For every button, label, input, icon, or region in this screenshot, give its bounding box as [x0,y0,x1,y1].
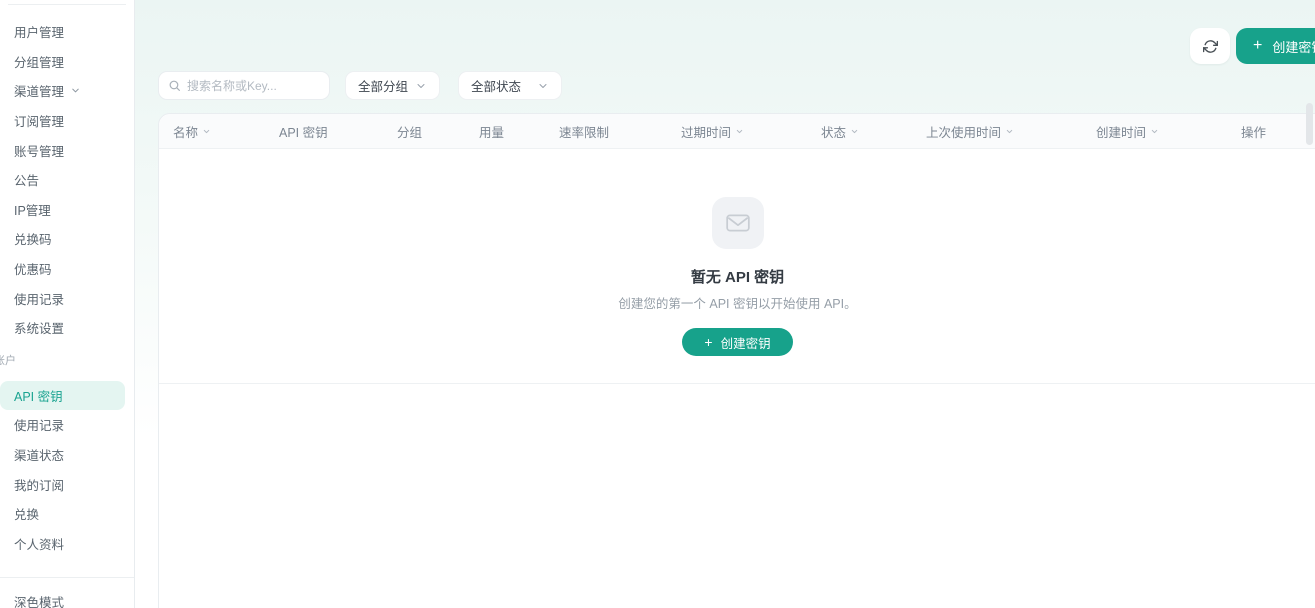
plus-icon: + [1253,38,1262,54]
column-header-label: 分组 [397,122,422,141]
sidebar-item-label: 系统设置 [14,318,64,337]
empty-state-subtitle: 创建您的第一个 API 密钥以开始使用 API。 [618,293,856,312]
column-header-label: 上次使用时间 [926,122,1001,141]
sidebar-item-user-management[interactable]: 用户管理 [0,17,134,47]
column-header-created-at[interactable]: 创建时间 [1096,122,1241,141]
sidebar-admin-menu: 用户管理分组管理渠道管理订阅管理账号管理公告 IP管理兑换码优惠码使用记录系统设置 [0,17,134,343]
filter-bar: 全部分组 全部状态 [158,71,562,100]
sidebar-item-label: 使用记录 [14,289,64,308]
column-header-label: 创建时间 [1096,122,1146,141]
empty-state-icon-box [712,197,764,249]
api-keys-table-card: 名称 API 密钥 分组 用量 速率限制 过期时间 状态 上次使用时间 创建时间 操作 暂无 AP… [158,113,1315,608]
chevron-down-icon [415,80,427,92]
column-header-label: 速率限制 [559,122,609,141]
column-header-label: 状态 [821,122,846,141]
sidebar-item-label: 兑换码 [14,229,52,248]
sidebar-item-label: API 密钥 [14,386,63,405]
create-key-button-label: 创建密钥 [1272,37,1315,56]
vertical-scrollbar-thumb[interactable] [1306,103,1313,145]
sidebar-item-coupon-codes[interactable]: 优惠码 [0,254,134,284]
sort-chevron-icon [735,127,744,136]
column-header-expires-at[interactable]: 过期时间 [681,122,821,141]
table-header-row: 名称 API 密钥 分组 用量 速率限制 过期时间 状态 上次使用时间 创建时间 操作 [159,114,1315,149]
column-header-actions: 操作 [1241,122,1266,141]
sidebar-item-ip-management[interactable]: IP管理 [0,195,134,225]
sidebar-item-label: 深色模式 [14,592,64,608]
column-header-label: API 密钥 [279,122,328,141]
sidebar-section-label: 账户 [0,353,134,369]
sidebar-item-label: 账号管理 [14,141,64,160]
column-header-last-used-at[interactable]: 上次使用时间 [926,122,1096,141]
sidebar-item-label: 渠道状态 [14,445,64,464]
sidebar-item-system-settings[interactable]: 系统设置 [0,313,134,343]
create-key-button-top[interactable]: + 创建密钥 [1236,28,1315,64]
sidebar-item-label: 订阅管理 [14,111,64,130]
create-key-button-empty-state[interactable]: + 创建密钥 [682,328,792,356]
sidebar-item-label: 用户管理 [14,22,64,41]
sidebar-item-channel-status[interactable]: 渠道状态 [0,440,134,470]
create-key-button-label: 创建密钥 [721,333,771,352]
sidebar: 用户管理分组管理渠道管理订阅管理账号管理公告IP管理兑换码优惠码使用记录系统设置… [0,0,135,608]
status-filter-value: 全部状态 [471,76,521,95]
chevron-down-icon [70,85,81,96]
main-content: + 创建密钥 全部分组 全部状态 [135,0,1315,608]
sidebar-item-api-keys[interactable]: API 密钥 [0,381,125,411]
sidebar-item-label: 分组管理 [14,52,64,71]
sidebar-item-channel-management[interactable]: 渠道管理 [0,76,134,106]
sidebar-item-label: 渠道管理 [14,81,64,100]
search-box[interactable] [158,71,330,100]
sidebar-item-group-management[interactable]: 分组管理 [0,47,134,77]
column-header-label: 过期时间 [681,122,731,141]
column-header-status[interactable]: 状态 [821,122,926,141]
chevron-down-icon [537,80,549,92]
column-header-label: 名称 [173,122,198,141]
column-header-label: 操作 [1241,122,1266,141]
sidebar-item-usage-logs-user[interactable]: 使用记录 [0,410,134,440]
envelope-icon [725,210,751,236]
sidebar-item-announcements[interactable]: 公告 [0,165,134,195]
sidebar-item-account-management[interactable]: 账号管理 [0,135,134,165]
empty-state-title: 暂无 API 密钥 [691,266,784,287]
sidebar-user-menu: API 密钥使用记录渠道状态我的订阅兑换个人资料 [0,381,134,559]
sidebar-item-subscription-management[interactable]: 订阅管理 [0,106,134,136]
sidebar-item-label: 个人资料 [14,534,64,553]
group-filter-value: 全部分组 [358,76,408,95]
group-filter-select[interactable]: 全部分组 [345,71,440,100]
sidebar-item-label: 使用记录 [14,415,64,434]
plus-icon: + [704,335,712,349]
refresh-icon [1203,39,1218,54]
column-header-group: 分组 [397,122,479,141]
sidebar-item-label: 我的订阅 [14,475,64,494]
column-header-name[interactable]: 名称 [173,122,279,141]
sort-chevron-icon [850,127,859,136]
column-header-rate-limit: 速率限制 [559,122,681,141]
status-filter-select[interactable]: 全部状态 [458,71,562,100]
sort-chevron-icon [1150,127,1159,136]
search-icon [168,79,181,92]
sort-chevron-icon [202,127,211,136]
sidebar-item-label: 兑换 [14,504,39,523]
sidebar-item-label: IP管理 [14,200,51,219]
column-header-api-key: API 密钥 [279,122,397,141]
sidebar-item-redemption-codes[interactable]: 兑换码 [0,224,134,254]
sidebar-item-my-subscriptions[interactable]: 我的订阅 [0,469,134,499]
column-header-label: 用量 [479,122,504,141]
sort-chevron-icon [1005,127,1014,136]
sidebar-item-redeem[interactable]: 兑换 [0,499,134,529]
sidebar-item-label: 优惠码 [14,259,52,278]
sidebar-item-usage-logs[interactable]: 使用记录 [0,283,134,313]
sidebar-item-profile[interactable]: 个人资料 [0,529,134,559]
refresh-button[interactable] [1190,28,1230,64]
sidebar-footer: 深色模式 [0,577,134,608]
sidebar-top-divider [8,4,126,5]
search-input[interactable] [187,79,320,93]
empty-state: 暂无 API 密钥 创建您的第一个 API 密钥以开始使用 API。 + 创建密… [159,149,1315,384]
column-header-usage: 用量 [479,122,559,141]
sidebar-item-dark-mode[interactable]: 深色模式 [0,587,134,608]
sidebar-item-label: 公告 [14,170,39,189]
